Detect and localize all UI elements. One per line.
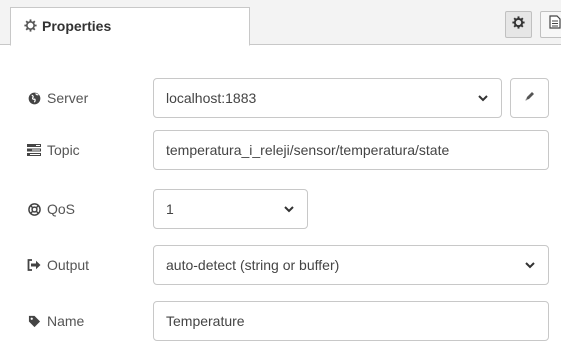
server-select-value: localhost:1883 bbox=[166, 90, 257, 106]
output-select-value: auto-detect (string or buffer) bbox=[166, 257, 340, 273]
output-label-text: Output bbox=[47, 257, 90, 273]
qos-select[interactable]: 1 bbox=[153, 189, 308, 229]
server-select[interactable]: localhost:1883 bbox=[153, 78, 502, 118]
file-text-icon bbox=[549, 15, 561, 34]
life-ring-icon bbox=[27, 202, 41, 216]
output-label: Output bbox=[27, 257, 89, 273]
qos-label: QoS bbox=[27, 201, 75, 217]
gear-icon bbox=[23, 18, 37, 32]
name-label: Name bbox=[27, 313, 84, 329]
server-label-text: Server bbox=[47, 90, 89, 106]
output-select[interactable]: auto-detect (string or buffer) bbox=[153, 245, 549, 285]
gear-icon bbox=[512, 15, 525, 34]
topic-label-text: Topic bbox=[47, 142, 80, 158]
description-button[interactable] bbox=[540, 11, 561, 38]
tab-bar: Properties bbox=[0, 0, 561, 46]
topic-label: Topic bbox=[27, 142, 80, 158]
settings-button[interactable] bbox=[505, 11, 532, 38]
globe-icon bbox=[27, 91, 41, 105]
topic-input[interactable]: temperatura_i_releji/sensor/temperatura/… bbox=[153, 130, 549, 170]
topic-input-value: temperatura_i_releji/sensor/temperatura/… bbox=[166, 142, 450, 158]
chevron-down-icon bbox=[283, 203, 295, 215]
edit-server-button[interactable] bbox=[510, 78, 549, 118]
tab-properties-label: Properties bbox=[42, 18, 112, 34]
tag-icon bbox=[27, 314, 41, 328]
tasks-icon bbox=[27, 143, 41, 157]
qos-label-text: QoS bbox=[47, 201, 76, 217]
chevron-down-icon bbox=[524, 259, 536, 271]
chevron-down-icon bbox=[477, 92, 489, 104]
pencil-icon bbox=[524, 89, 536, 107]
name-input[interactable]: Temperature bbox=[153, 301, 549, 341]
sign-out-icon bbox=[27, 258, 41, 272]
name-input-value: Temperature bbox=[166, 313, 245, 329]
server-label: Server bbox=[27, 90, 88, 106]
qos-select-value: 1 bbox=[166, 201, 174, 217]
tab-properties[interactable]: Properties bbox=[10, 7, 250, 46]
name-label-text: Name bbox=[47, 313, 85, 329]
